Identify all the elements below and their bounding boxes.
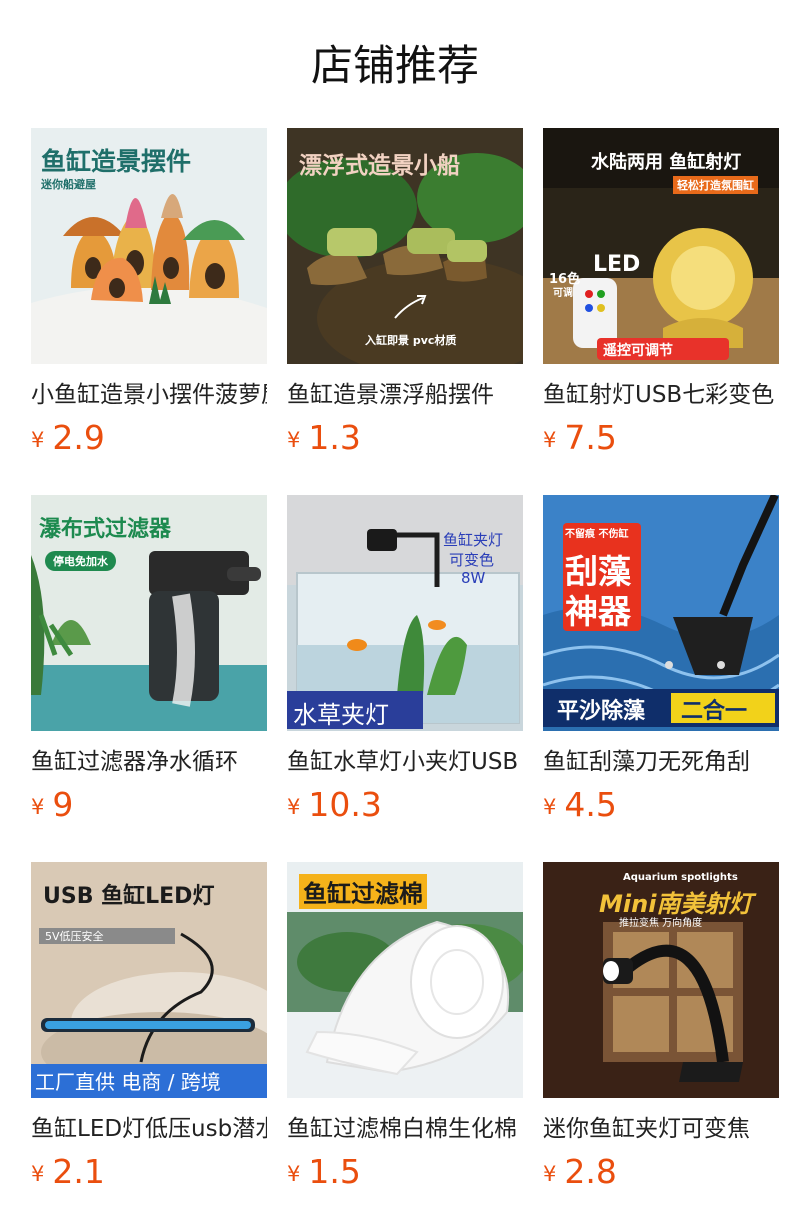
price-value: 7.5 [564,418,617,457]
product-name[interactable]: 小鱼缸造景小摆件菠萝屋 [31,378,267,412]
image-caption: USB 鱼缸LED灯 [43,884,215,909]
image-caption: 5V低压安全 [45,930,104,943]
price-value: 4.5 [564,785,617,824]
image-caption: 鱼缸造景摆件 [41,147,192,176]
image-caption: 漂浮式造景小船 [299,153,460,179]
product-price: ¥2.1 [31,1150,105,1194]
image-caption: 二合一 [681,699,748,724]
product-name[interactable]: 鱼缸LED灯低压usb潜水 [31,1112,267,1146]
product-card[interactable]: 不留痕 不伤缸 刮藻 神器 平沙除藻 二合一 鱼缸刮藻刀无死角刮 ¥4.5 [543,495,779,835]
product-image: 不留痕 不伤缸 刮藻 神器 平沙除藻 二合一 [543,495,779,731]
currency-symbol: ¥ [287,795,301,819]
product-price: ¥4.5 [543,783,617,827]
product-price: ¥2.9 [31,416,105,460]
currency-symbol: ¥ [543,795,557,819]
image-caption: LED [593,252,641,277]
product-price: ¥1.5 [287,1150,361,1194]
currency-symbol: ¥ [31,795,45,819]
currency-symbol: ¥ [543,1162,557,1186]
page-title: 店铺推荐 [310,41,479,90]
price-value: 10.3 [308,785,382,824]
image-caption: 推拉变焦 万向角度 [619,918,703,929]
product-image: Aquarium spotlights Mini南美射灯 推拉变焦 万向角度 [543,862,779,1098]
product-price: ¥2.8 [543,1150,617,1194]
image-caption: 不留痕 不伤缸 [565,529,629,540]
image-caption: 神器 [565,592,631,631]
currency-symbol: ¥ [31,428,45,452]
product-image: 鱼缸造景摆件 迷你船避屋 [31,128,267,364]
image-caption: 8W [461,569,486,587]
product-image: 瀑布式过滤器 停电免加水 [31,495,267,731]
price-value: 2.9 [52,418,105,457]
product-image: USB 鱼缸LED灯 5V低压安全 工厂直供 电商 / 跨境 [31,862,267,1098]
image-caption: 入缸即景 pvc材质 [365,334,457,347]
product-name[interactable]: 鱼缸刮藻刀无死角刮 [543,745,779,779]
product-card[interactable]: 瀑布式过滤器 停电免加水 鱼缸过滤器净水循环 ¥9 [31,495,267,835]
currency-symbol: ¥ [287,1162,301,1186]
image-caption: 鱼缸过滤棉 [299,874,427,909]
product-name[interactable]: 鱼缸水草灯小夹灯USB [287,745,523,779]
product-name[interactable]: 鱼缸射灯USB七彩变色 [543,378,779,412]
image-caption: 可调 [553,288,573,299]
product-image: 鱼缸过滤棉 [287,862,523,1098]
product-card[interactable]: 鱼缸造景摆件 迷你船避屋 小鱼缸造景小摆件菠萝屋 ¥2.9 [31,128,267,468]
product-name[interactable]: 鱼缸造景漂浮船摆件 [287,378,523,412]
price-value: 2.8 [564,1152,617,1191]
product-price: ¥9 [31,783,73,827]
product-card[interactable]: USB 鱼缸LED灯 5V低压安全 工厂直供 电商 / 跨境 鱼缸LED灯低压u… [31,862,267,1202]
price-value: 1.3 [308,418,361,457]
price-value: 2.1 [52,1152,105,1191]
image-caption: Aquarium spotlights [623,872,738,883]
image-caption: 轻松打造氛围缸 [673,176,758,194]
price-value: 1.5 [308,1152,361,1191]
image-caption: 平沙除藻 [557,699,646,724]
image-caption: 瀑布式过滤器 [39,517,172,542]
product-card[interactable]: 水陆两用 鱼缸射灯 轻松打造氛围缸 16色 可调 LED 遥控可调节 鱼缸射灯U… [543,128,779,468]
product-price: ¥10.3 [287,783,382,827]
product-price: ¥7.5 [543,416,617,460]
product-card[interactable]: 鱼缸过滤棉 鱼缸过滤棉白棉生化棉 ¥1.5 [287,862,523,1202]
image-caption: 遥控可调节 [603,343,673,359]
currency-symbol: ¥ [31,1162,45,1186]
image-caption: 可变色 [449,551,495,569]
price-value: 9 [52,785,74,824]
image-caption: 迷你船避屋 [41,178,96,191]
product-image: 漂浮式造景小船 入缸即景 pvc材质 [287,128,523,364]
product-card[interactable]: 鱼缸夹灯 可变色 8W 水草夹灯 鱼缸水草灯小夹灯USB ¥10.3 [287,495,523,835]
product-card[interactable]: 漂浮式造景小船 入缸即景 pvc材质 鱼缸造景漂浮船摆件 ¥1.3 [287,128,523,468]
product-card[interactable]: Aquarium spotlights Mini南美射灯 推拉变焦 万向角度 迷… [543,862,779,1202]
image-caption: 鱼缸夹灯 [443,531,504,549]
product-name[interactable]: 迷你鱼缸夹灯可变焦 [543,1112,779,1146]
image-caption: 停电免加水 [45,551,116,571]
product-image: 水陆两用 鱼缸射灯 轻松打造氛围缸 16色 可调 LED 遥控可调节 [543,128,779,364]
image-caption: 水陆两用 鱼缸射灯 [591,152,742,173]
currency-symbol: ¥ [287,428,301,452]
product-image: 鱼缸夹灯 可变色 8W 水草夹灯 [287,495,523,731]
product-price: ¥1.3 [287,416,361,460]
image-caption: 工厂直供 电商 / 跨境 [35,1070,221,1094]
product-name[interactable]: 鱼缸过滤棉白棉生化棉 [287,1112,523,1146]
currency-symbol: ¥ [543,428,557,452]
image-caption: 水草夹灯 [293,701,389,729]
product-name[interactable]: 鱼缸过滤器净水循环 [31,745,267,779]
